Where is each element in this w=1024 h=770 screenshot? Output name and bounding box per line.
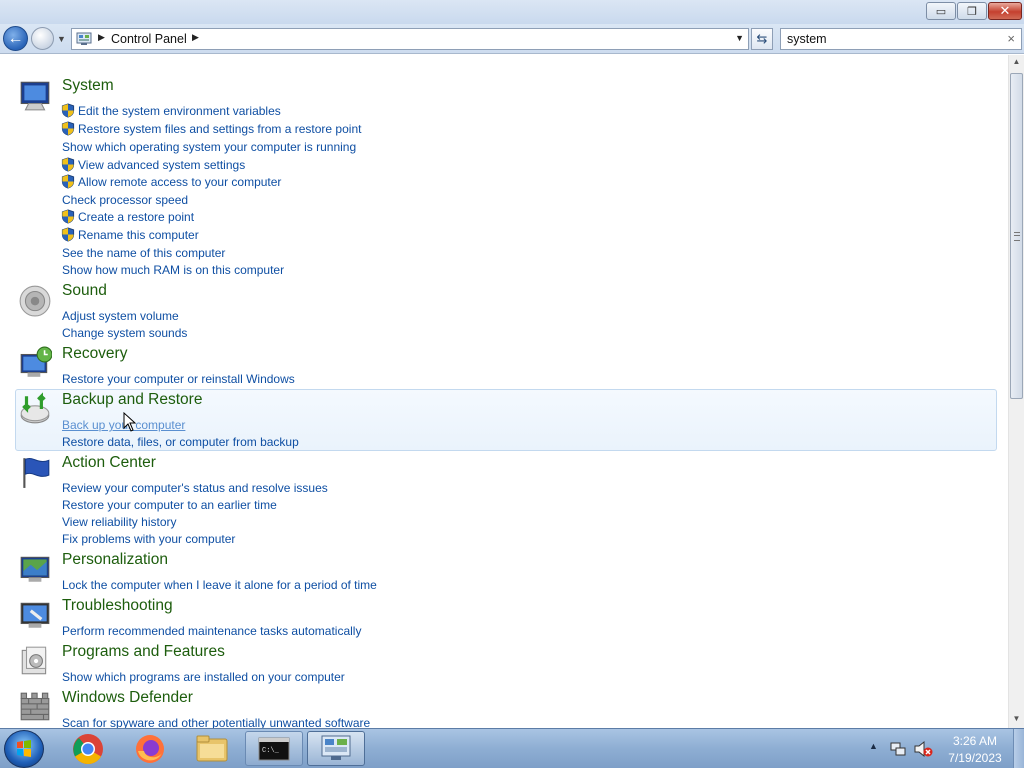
show-hidden-icons-icon[interactable]: ▲: [869, 741, 878, 751]
task-link[interactable]: Create a restore point: [78, 210, 194, 224]
minimize-button[interactable]: ▭: [926, 2, 956, 20]
task-link[interactable]: Edit the system environment variables: [78, 104, 281, 118]
window-title-bar: ▭ ❐ ✕: [0, 0, 1024, 24]
group-title-action-center[interactable]: Action Center: [62, 454, 156, 472]
mouse-pointer-icon: [123, 412, 137, 432]
windows-logo-icon: [17, 740, 31, 757]
refresh-icon: ⇆: [756, 31, 768, 46]
search-results-pane: System Edit the system environment variab…: [0, 55, 1008, 728]
task-link[interactable]: Perform recommended maintenance tasks au…: [62, 624, 361, 638]
breadcrumb-control-panel[interactable]: Control Panel: [111, 32, 187, 46]
taskbar-command-prompt[interactable]: C:\_: [245, 731, 303, 766]
group-title-windows-defender[interactable]: Windows Defender: [62, 689, 193, 707]
task-link[interactable]: Change system sounds: [62, 326, 187, 340]
taskbar-file-explorer[interactable]: [183, 731, 241, 766]
volume-muted-icon[interactable]: [913, 740, 933, 758]
show-desktop-button[interactable]: [1013, 729, 1024, 768]
minimize-icon: ▭: [935, 5, 947, 18]
taskbar: C:\_ ▲ 3:26 AM 7/19/2023: [0, 728, 1024, 768]
task-link[interactable]: Allow remote access to your computer: [78, 175, 281, 189]
task-link[interactable]: Check processor speed: [62, 193, 188, 207]
task-link[interactable]: Show which programs are installed on you…: [62, 670, 345, 684]
task-link[interactable]: Lock the computer when I leave it alone …: [62, 578, 377, 592]
task-link[interactable]: Restore your computer or reinstall Windo…: [62, 372, 295, 386]
taskbar-chrome[interactable]: [59, 731, 117, 766]
control-panel-icon: [76, 32, 92, 45]
uac-shield-icon: [61, 227, 75, 242]
windows-defender-icon[interactable]: [18, 690, 52, 724]
address-bar[interactable]: ▶ Control Panel ▶ ▼: [71, 28, 749, 50]
troubleshooting-icon[interactable]: [18, 598, 52, 632]
task-link[interactable]: Scan for spyware and other potentially u…: [62, 716, 370, 728]
task-link[interactable]: Show which operating system your compute…: [62, 140, 356, 154]
clock-time[interactable]: 3:26 AM: [945, 734, 1005, 748]
address-dropdown-icon[interactable]: ▼: [735, 33, 744, 43]
system-computer-icon[interactable]: [18, 78, 52, 112]
task-link[interactable]: Adjust system volume: [62, 309, 179, 323]
action-center-flag-icon[interactable]: [18, 455, 52, 489]
forward-button[interactable]: [31, 27, 54, 50]
search-input[interactable]: [787, 32, 997, 46]
task-link[interactable]: Fix problems with your computer: [62, 532, 235, 546]
refresh-button[interactable]: ⇆: [751, 28, 773, 50]
folder-icon: [196, 735, 228, 761]
scroll-thumb[interactable]: [1010, 73, 1023, 399]
recent-pages-dropdown[interactable]: ▼: [57, 34, 67, 44]
group-title-backup-and-restore[interactable]: Backup and Restore: [62, 391, 202, 409]
scroll-up-arrow-icon[interactable]: ▲: [1009, 57, 1024, 69]
control-panel-icon: [321, 735, 351, 760]
firefox-icon: [136, 734, 164, 763]
group-title-recovery[interactable]: Recovery: [62, 345, 127, 363]
task-link[interactable]: Rename this computer: [78, 228, 199, 242]
start-button[interactable]: [4, 730, 44, 768]
backup-restore-icon[interactable]: [18, 392, 52, 426]
group-title-system[interactable]: System: [62, 77, 114, 95]
close-button[interactable]: ✕: [988, 2, 1022, 20]
chrome-icon: [73, 733, 103, 764]
grip-icon: [1014, 232, 1020, 241]
speaker-icon[interactable]: [18, 283, 52, 317]
back-button[interactable]: ←: [3, 26, 28, 51]
group-title-personalization[interactable]: Personalization: [62, 551, 168, 569]
vertical-scrollbar[interactable]: ▲ ▼: [1008, 55, 1024, 728]
task-link[interactable]: Restore system files and settings from a…: [78, 122, 361, 136]
task-link[interactable]: View advanced system settings: [78, 158, 245, 172]
task-link[interactable]: Show how much RAM is on this computer: [62, 263, 284, 277]
svg-text:C:\_: C:\_: [262, 747, 280, 755]
recovery-icon[interactable]: [18, 346, 52, 380]
clock-date[interactable]: 7/19/2023: [940, 751, 1010, 765]
command-prompt-icon: C:\_: [258, 737, 290, 760]
uac-shield-icon: [61, 157, 75, 172]
uac-shield-icon: [61, 209, 75, 224]
personalization-icon[interactable]: [18, 552, 52, 586]
uac-shield-icon: [61, 174, 75, 189]
restore-icon: ❐: [967, 5, 977, 18]
task-link[interactable]: Restore data, files, or computer from ba…: [62, 435, 299, 449]
uac-shield-icon: [61, 121, 75, 136]
close-icon: ✕: [999, 3, 1011, 18]
clear-search-icon[interactable]: ×: [1007, 31, 1015, 46]
scroll-down-arrow-icon[interactable]: ▼: [1009, 714, 1024, 726]
navigation-bar: ← ▼ ▶ Control Panel ▶ ▼ ⇆ ×: [0, 24, 1024, 54]
group-title-sound[interactable]: Sound: [62, 282, 107, 300]
group-title-programs-and-features[interactable]: Programs and Features: [62, 643, 225, 661]
task-link[interactable]: View reliability history: [62, 515, 177, 529]
search-box[interactable]: ×: [780, 28, 1022, 50]
task-link[interactable]: Review your computer's status and resolv…: [62, 481, 328, 495]
task-link[interactable]: See the name of this computer: [62, 246, 225, 260]
taskbar-control-panel[interactable]: [307, 731, 365, 766]
breadcrumb-arrow-icon[interactable]: ▶: [192, 32, 199, 43]
taskbar-firefox[interactable]: [121, 731, 179, 766]
group-title-troubleshooting[interactable]: Troubleshooting: [62, 597, 173, 615]
maximize-button[interactable]: ❐: [957, 2, 987, 20]
breadcrumb-arrow-icon[interactable]: ▶: [98, 32, 105, 43]
programs-features-icon[interactable]: [18, 644, 52, 678]
back-arrow-icon: ←: [7, 29, 24, 47]
task-link[interactable]: Restore your computer to an earlier time: [62, 498, 277, 512]
uac-shield-icon: [61, 103, 75, 118]
network-icon[interactable]: [889, 740, 907, 758]
